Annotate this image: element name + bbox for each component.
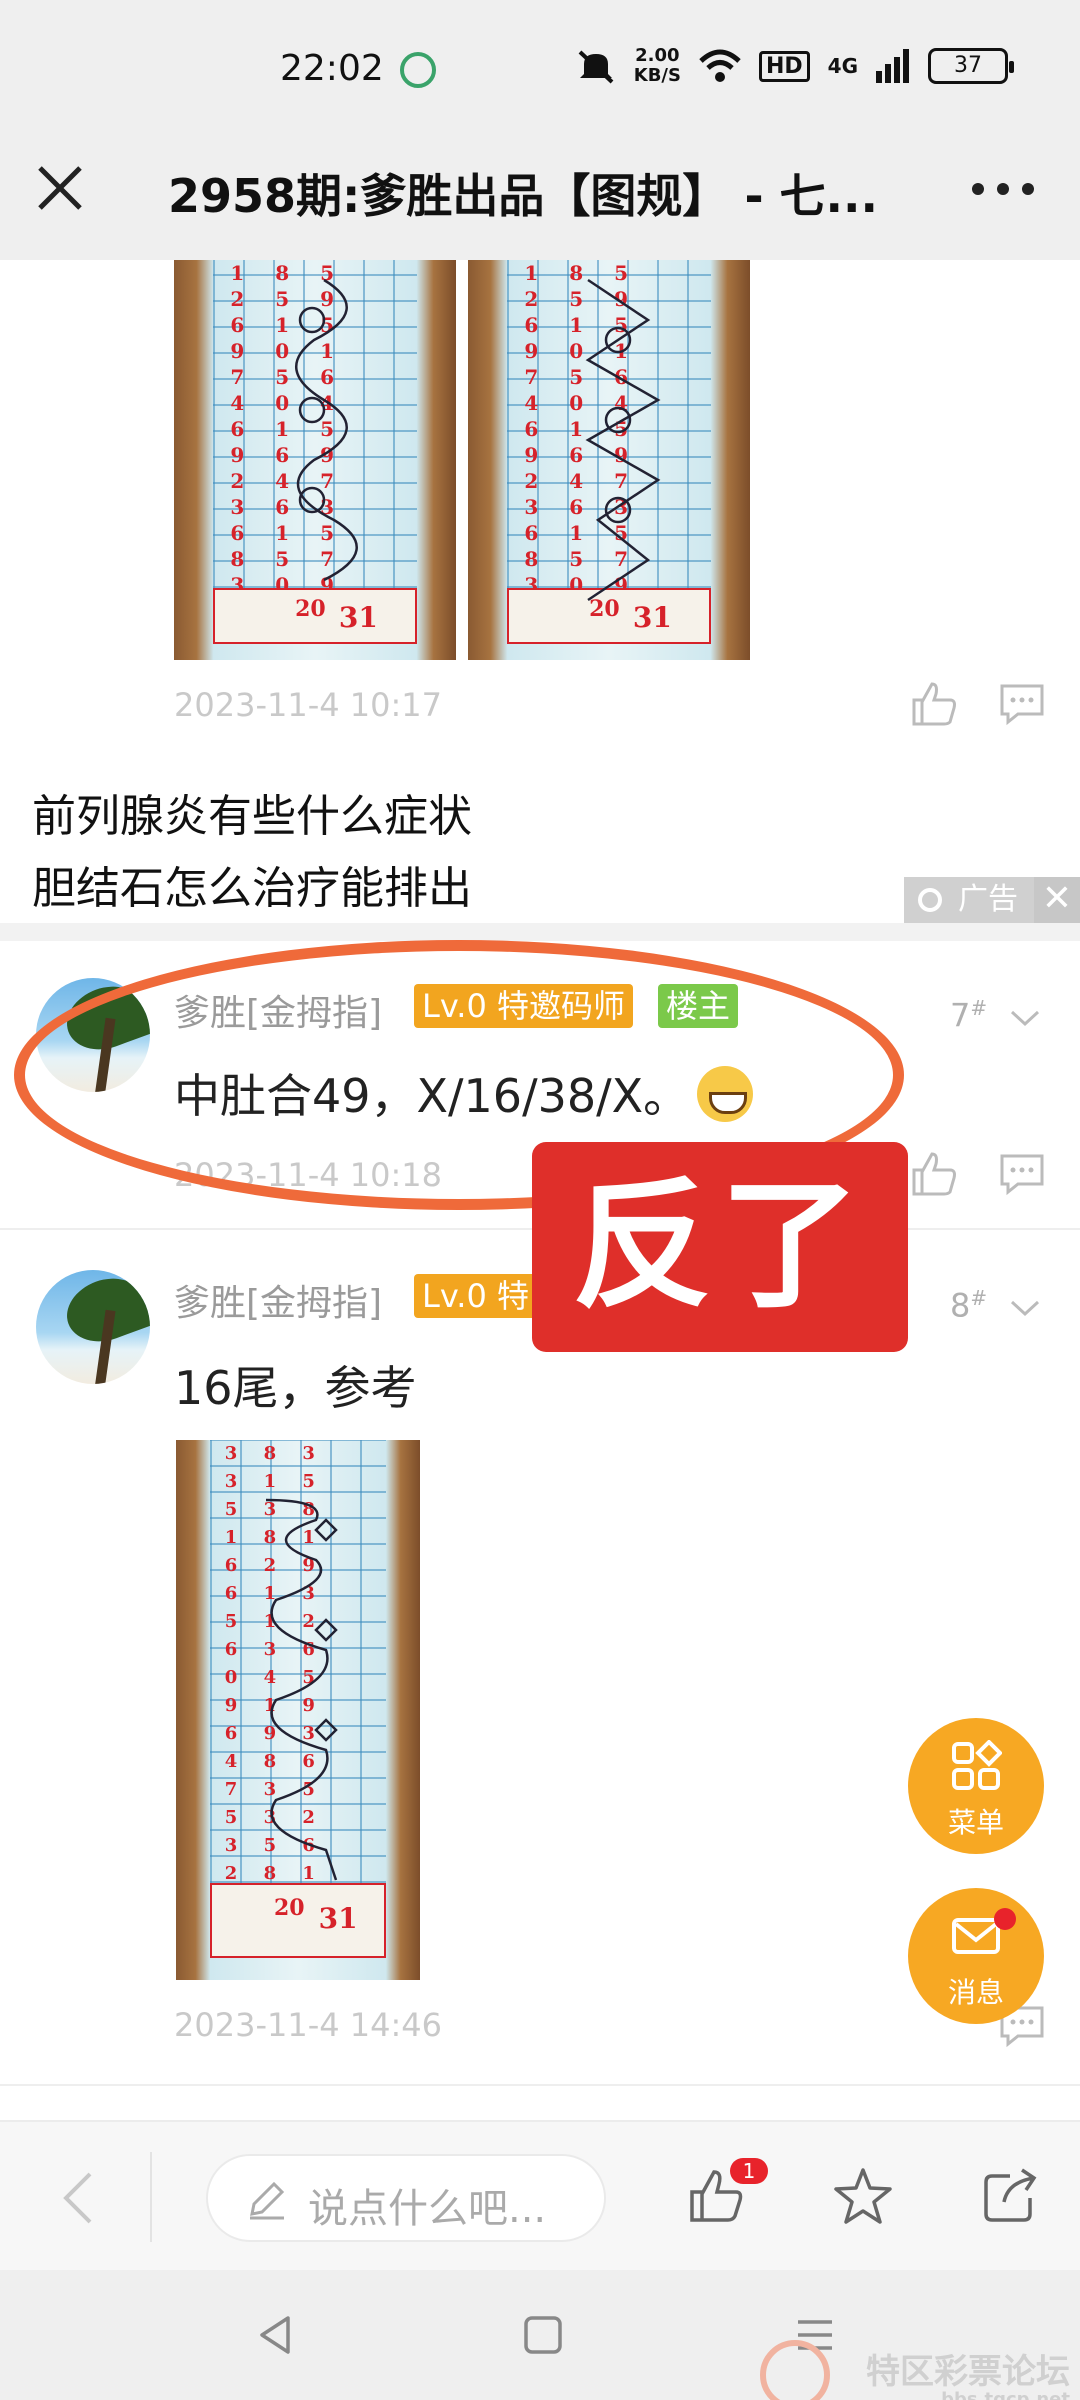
share-icon[interactable] [980,2166,1040,2226]
top-header: 2958期:爹胜出品【图规】 - 七... [0,140,1080,260]
post-image[interactable]: 3 8 3 3 1 5 5 3 8 1 8 1 6 2 9 6 1 3 5 1 … [176,1440,420,1980]
ad-badge-label: 广告 [958,882,1018,917]
unread-dot [994,1908,1016,1930]
net-speed-unit: KB/S [633,65,681,86]
comment-input[interactable]: 说点什么吧... [206,2154,606,2242]
watermark: 特区彩票论坛 bbs.tqcp.net [866,2344,1070,2400]
mute-icon [578,50,614,84]
watermark-name: 特区彩票论坛 [866,2352,1070,2392]
bottom-action-bar: 说点什么吧... 1 [0,2120,1080,2270]
network-type: 4G [827,54,858,78]
ad-link[interactable]: 胆结石怎么治疗能排出 [32,852,472,916]
ad-badge: 广告 [904,877,1034,923]
chevron-down-icon[interactable] [1010,1298,1040,1318]
pencil-icon [250,2181,285,2220]
post-text: 16尾，参考 [174,1361,417,1415]
comment-icon[interactable] [996,678,1048,730]
carrier-icon [400,52,436,88]
post-timestamp: 2023-11-4 10:17 [174,686,442,724]
divider [0,923,1080,941]
page-title: 2958期:爹胜出品【图规】 - 七... [168,169,878,223]
floor-mark: # [970,1286,988,1310]
close-icon[interactable] [34,162,86,214]
net-speed-value: 2.00 [635,45,680,66]
more-icon[interactable] [968,174,1038,204]
post-timestamp: 2023-11-4 14:46 [174,2006,442,2044]
comment-placeholder: 说点什么吧... [308,2186,547,2232]
star-icon[interactable] [832,2166,894,2228]
like-icon[interactable] [908,678,960,730]
annotation-label: 反了 [532,1142,908,1352]
divider [0,2084,1080,2086]
floor-value: 8 [950,1286,971,1325]
back-icon[interactable] [58,2168,98,2228]
like-icon[interactable] [908,1148,960,1200]
hd-icon: HD [758,50,810,82]
nav-back-icon[interactable] [252,2310,302,2360]
floor-value: 7 [950,996,971,1035]
menu-button[interactable]: 菜单 [908,1718,1044,1854]
message-label: 消息 [947,1976,1004,2009]
net-speed: 2.00 KB/S [634,46,681,86]
floor-number: 8# [950,1286,987,1325]
avatar[interactable] [36,1270,150,1384]
floor-number: 7# [950,996,987,1035]
username[interactable]: 爹胜[金拇指] [174,1274,382,1326]
post-image[interactable]: 1 8 5 2 5 9 6 1 5 9 0 1 7 5 6 4 0 4 6 1 … [174,260,456,660]
message-button[interactable]: 消息 [908,1888,1044,2024]
ad-close-button[interactable]: ✕ [1034,877,1080,923]
comment-icon[interactable] [996,1148,1048,1200]
nav-home-icon[interactable] [518,2310,568,2360]
like-count-badge: 1 [730,2158,768,2184]
status-bar: 22:02 2.00 KB/S HD 4G 37 [0,0,1080,140]
chevron-down-icon[interactable] [1010,1008,1040,1028]
separator [150,2152,152,2242]
level-tag: Lv.0 特 [414,1274,537,1318]
ad-link[interactable]: 前列腺炎有些什么症状 [32,780,472,844]
signal-icon [876,49,909,83]
status-time: 22:02 [280,48,384,89]
menu-label: 菜单 [947,1806,1004,1839]
battery-icon: 37 [928,48,1014,84]
wifi-icon [699,49,741,82]
status-icons: 2.00 KB/S HD 4G 37 [576,46,1014,86]
post-image[interactable]: 1 8 5 2 5 9 6 1 5 9 0 1 7 5 6 4 0 4 6 1 … [468,260,750,660]
ad-logo-icon [918,888,942,912]
grid-menu-icon [952,1739,1003,1790]
thread-content: 1 8 5 2 5 9 6 1 5 9 0 1 7 5 6 4 0 4 6 1 … [0,260,1080,2120]
floor-mark: # [970,996,988,1020]
